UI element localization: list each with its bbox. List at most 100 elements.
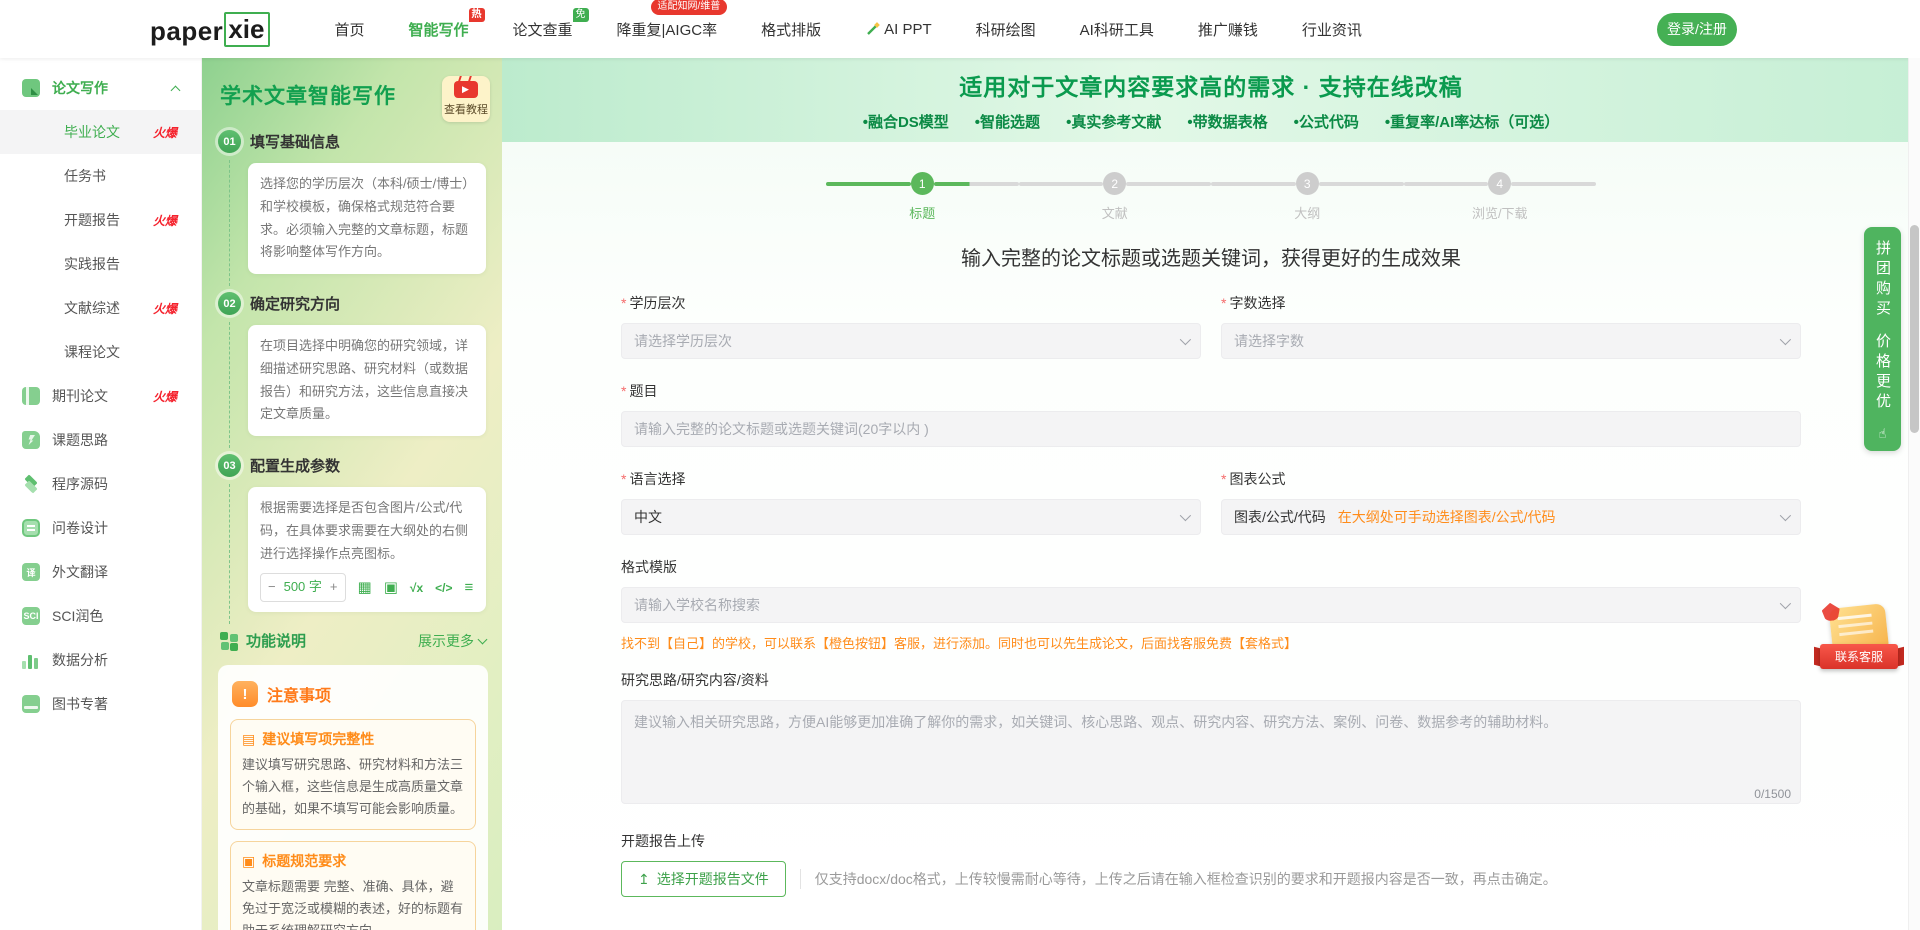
- nav-plagiarism-check[interactable]: 论文查重 免: [513, 19, 573, 40]
- chevron-down-icon: [478, 634, 488, 644]
- notice-item-title-spec: ▣ 标题规范要求 文章标题需要 完整、准确、具体，避免过于宽泛或模糊的表述，好的…: [230, 841, 476, 930]
- nav-industry-news[interactable]: 行业资讯: [1302, 19, 1362, 40]
- step-number-badge: 03: [218, 454, 241, 477]
- format-template-field: 格式模版 请输入学校名称搜索: [621, 557, 1801, 623]
- sidebar-item-course-paper[interactable]: 课程论文: [0, 330, 201, 374]
- sidebar: 论文写作 毕业论文 火爆 任务书 开题报告 火爆 实践报告 文献综述 火爆: [0, 58, 202, 930]
- grid-squares-icon: [220, 632, 238, 650]
- logo-text-paper: paper: [150, 16, 223, 47]
- step-preview-download[interactable]: 4 浏览/下载: [1404, 172, 1597, 222]
- nav-ai-research-tools[interactable]: AI科研工具: [1080, 19, 1154, 40]
- notice-card: ! 注意事项 ▤ 建议填写项完整性 建议填写研究思路、研究材料和方法三个输入框，…: [218, 665, 488, 930]
- nav-format-typeset[interactable]: 格式排版: [761, 19, 821, 40]
- cnki-weipu-pill: 适配知网/维普: [651, 0, 728, 15]
- step-number-badge: 02: [218, 292, 241, 315]
- document-icon: ▣: [242, 853, 255, 870]
- nav-ai-writing[interactable]: 智能写作 热: [408, 19, 468, 40]
- journal-icon: [22, 387, 40, 405]
- chevron-down-icon: [1780, 334, 1791, 345]
- banner-features: •融合DS模型 •智能选题 •真实参考文献 •带数据表格 •公式代码 •重复率/…: [502, 111, 1920, 132]
- logo[interactable]: paper xie: [150, 12, 270, 47]
- sidebar-item-practice-report[interactable]: 实践报告: [0, 242, 201, 286]
- word-count-field: *字数选择 请选择字数: [1221, 293, 1801, 359]
- school-not-found-note: 找不到【自己】的学校，可以联系【橙色按钮】客服，进行添加。同时也可以先生成论文，…: [621, 633, 1801, 652]
- title-input[interactable]: [621, 411, 1801, 447]
- top-navbar: paper xie 首页 智能写作 热 论文查重 免 降重复|AIGC率 适配知…: [0, 0, 1920, 58]
- image-icon: ▣: [384, 580, 398, 595]
- school-search-select[interactable]: 请输入学校名称搜索: [621, 587, 1801, 623]
- plus-icon: +: [330, 576, 338, 599]
- chevron-up-icon: [171, 85, 181, 95]
- group-buy-tab[interactable]: 拼团购买 价格更优 ☝: [1864, 227, 1901, 451]
- main-nav: 首页 智能写作 热 论文查重 免 降重复|AIGC率 适配知网/维普 格式排版 …: [334, 19, 1361, 40]
- hot-flame-badge: 火爆: [153, 124, 177, 141]
- scrollbar-thumb[interactable]: [1910, 225, 1919, 433]
- step-outline[interactable]: 3 大纲: [1211, 172, 1404, 222]
- char-counter: 0/1500: [1754, 787, 1791, 801]
- word-count-select[interactable]: 请选择字数: [1221, 323, 1801, 359]
- chevron-down-icon: [1180, 334, 1191, 345]
- sidebar-item-sci-polish[interactable]: SCI SCI润色: [0, 594, 201, 638]
- sidebar-item-journal-paper[interactable]: 期刊论文 火爆: [0, 374, 201, 418]
- contact-ribbon: 联系客服: [1820, 644, 1898, 669]
- chevron-down-icon: [1780, 510, 1791, 521]
- main-content: 适用对于文章内容要求高的需求 · 支持在线改稿 •融合DS模型 •智能选题 •真…: [502, 58, 1920, 930]
- progress-stepper: 1 标题 2 文献 3 大纲 4 浏览/下载: [826, 172, 1596, 222]
- education-level-select[interactable]: 请选择学历层次: [621, 323, 1201, 359]
- panel-step-3: 03 配置生成参数 根据需要选择是否包含图片/公式/代码，在具体要求需要在大纲处…: [218, 454, 488, 612]
- panel-step-2: 02 确定研究方向 在项目选择中明确您的研究领域，详细描述研究思路、研究材料（或…: [218, 292, 488, 436]
- step-description: 选择您的学历层次（本科/硕士/博士）和学校模板，确保格式规范符合要求。必须输入完…: [248, 163, 486, 274]
- chart-formula-hint: 在大纲处可手动选择图表/公式/代码: [1338, 507, 1556, 527]
- show-more-link[interactable]: 展示更多: [418, 631, 486, 651]
- nav-research-drawing[interactable]: 科研绘图: [976, 19, 1036, 40]
- free-badge: 免: [573, 8, 589, 22]
- choose-report-file-button[interactable]: ↥ 选择开题报告文件: [621, 861, 786, 897]
- params-toolbar-illustration: − 500 字 + ▦ ▣ √x </> ≡: [260, 573, 474, 602]
- sidebar-item-graduation-thesis[interactable]: 毕业论文 火爆: [0, 110, 201, 154]
- warning-icon: !: [232, 681, 258, 707]
- sidebar-item-task-book[interactable]: 任务书: [0, 154, 201, 198]
- book-icon: ▤: [242, 731, 255, 748]
- step-description: 在项目选择中明确您的研究领域，详细描述研究思路、研究材料（或数据报告）和研究方法…: [248, 325, 486, 436]
- sidebar-item-questionnaire-design[interactable]: 问卷设计: [0, 506, 201, 550]
- books-icon: [22, 695, 40, 713]
- code-icon: </>: [435, 582, 452, 594]
- hot-flame-badge: 火爆: [153, 212, 177, 229]
- form-subtitle: 输入完整的论文标题或选题关键词，获得更好的生成效果: [502, 242, 1920, 271]
- sidebar-item-source-code[interactable]: 程序源码: [0, 462, 201, 506]
- step-title[interactable]: 1 标题: [826, 172, 1019, 222]
- thesis-form: *学历层次 请选择学历层次 *字数选择 请选择字数: [621, 293, 1801, 897]
- hot-badge: 热: [469, 8, 485, 22]
- sidebar-item-literature-review[interactable]: 文献综述 火爆: [0, 286, 201, 330]
- clipboard-icon: [22, 519, 40, 537]
- sidebar-item-opening-report[interactable]: 开题报告 火爆: [0, 198, 201, 242]
- contact-service-badge[interactable]: 联系客服: [1820, 606, 1898, 669]
- body-row: 论文写作 毕业论文 火爆 任务书 开题报告 火爆 实践报告 文献综述 火爆: [0, 58, 1920, 930]
- language-select[interactable]: 中文: [621, 499, 1201, 535]
- login-register-button[interactable]: 登录/注册: [1657, 13, 1737, 46]
- chevron-down-icon: [1180, 510, 1191, 521]
- upload-icon: ↥: [638, 871, 650, 888]
- translate-icon: 译: [22, 563, 40, 581]
- logo-text-xie: xie: [224, 12, 270, 47]
- title-field: *题目: [621, 381, 1801, 447]
- sidebar-item-foreign-translation[interactable]: 译 外文翻译: [0, 550, 201, 594]
- list-icon: ≡: [465, 580, 474, 595]
- step-literature[interactable]: 2 文献: [1019, 172, 1212, 222]
- chart-formula-field: *图表公式 图表/公式/代码 在大纲处可手动选择图表/公式/代码: [1221, 469, 1801, 535]
- sidebar-item-topic-ideas[interactable]: 课题思路: [0, 418, 201, 462]
- nav-home[interactable]: 首页: [334, 19, 364, 40]
- sidebar-item-data-analysis[interactable]: 数据分析: [0, 638, 201, 682]
- nav-reduce-aigc[interactable]: 降重复|AIGC率 适配知网/维普: [617, 19, 718, 40]
- sidebar-group-paper-writing[interactable]: 论文写作: [0, 66, 201, 110]
- upload-note: 仅支持docx/doc格式，上传较慢需耐心等待，上传之后请在输入框检查识别的要求…: [800, 869, 1557, 889]
- sidebar-item-book-monograph[interactable]: 图书专著: [0, 682, 201, 726]
- chart-formula-select[interactable]: 图表/公式/代码 在大纲处可手动选择图表/公式/代码: [1221, 499, 1801, 535]
- nav-ai-ppt[interactable]: AI PPT: [865, 21, 932, 38]
- hot-flame-badge: 火爆: [153, 300, 177, 317]
- research-textarea-wrap: 0/1500: [621, 700, 1801, 809]
- notice-item-completeness: ▤ 建议填写项完整性 建议填写研究思路、研究材料和方法三个输入框，这些信息是生成…: [230, 719, 476, 830]
- view-tutorial-button[interactable]: ▶ 查看教程: [442, 76, 490, 122]
- nav-promotion-earn[interactable]: 推广赚钱: [1198, 19, 1258, 40]
- research-textarea[interactable]: [621, 700, 1801, 804]
